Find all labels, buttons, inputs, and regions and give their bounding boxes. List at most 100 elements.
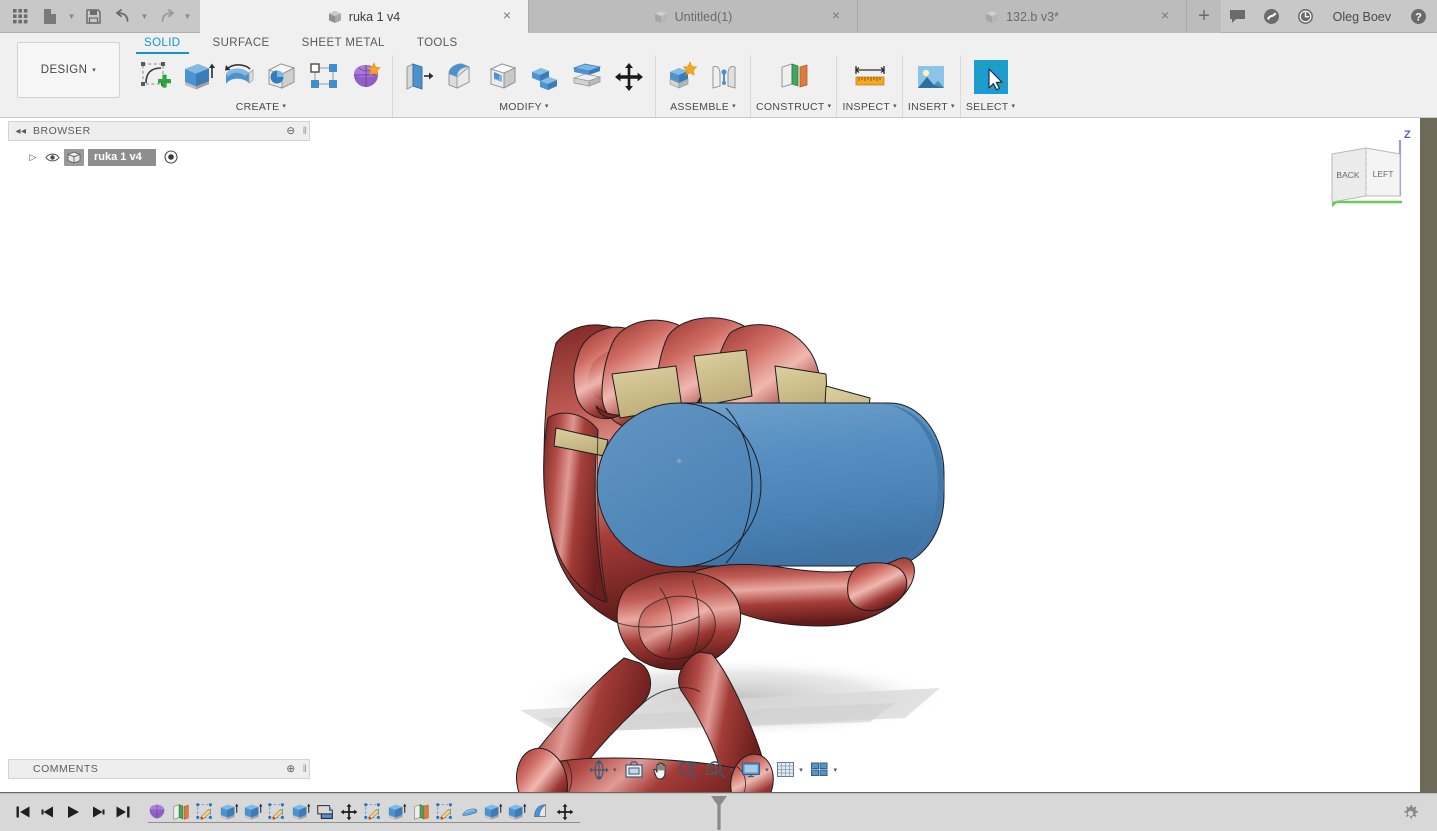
tab-sheet-metal[interactable]: SHEET METAL xyxy=(286,33,401,54)
zoom-tool[interactable] xyxy=(676,757,700,783)
redo-button[interactable] xyxy=(152,3,180,31)
look-at-tool[interactable] xyxy=(622,757,646,783)
grid-icon xyxy=(12,9,27,24)
press-pull-tool[interactable] xyxy=(398,56,440,98)
document-tab-close-icon[interactable]: × xyxy=(829,8,843,23)
timeline-marker[interactable] xyxy=(711,796,727,830)
help-notifications-button[interactable] xyxy=(1257,2,1287,32)
timeline-step-back[interactable] xyxy=(35,798,60,826)
comments-title: COMMENTS xyxy=(33,763,99,775)
undo-button[interactable] xyxy=(109,3,137,31)
pattern-tool[interactable] xyxy=(303,56,345,98)
viewports-caret[interactable]: ▾ xyxy=(831,757,839,783)
construct-plane-tool[interactable] xyxy=(773,56,815,98)
file-menu-caret-icon[interactable]: ▼ xyxy=(66,3,77,31)
model-render xyxy=(0,118,1420,792)
timeline-go-end[interactable] xyxy=(110,798,135,826)
save-button[interactable] xyxy=(79,3,107,31)
timeline-settings-button[interactable] xyxy=(1397,800,1423,826)
tab-tools[interactable]: TOOLS xyxy=(401,33,474,54)
file-menu-button[interactable] xyxy=(36,3,64,31)
tab-surface[interactable]: SURFACE xyxy=(197,33,286,54)
add-comment-icon[interactable]: ⊕ xyxy=(281,763,301,775)
view-cube[interactable]: Z BACK LEFT xyxy=(1318,124,1418,214)
create-sketch-tool[interactable] xyxy=(135,56,177,98)
insert-image-tool[interactable] xyxy=(910,56,952,98)
resize-grip-icon[interactable]: ‖ xyxy=(301,763,309,775)
shell-tool[interactable] xyxy=(482,56,524,98)
minimize-icon[interactable]: ⊖ xyxy=(281,125,301,137)
orbit-caret[interactable]: ▾ xyxy=(611,757,619,783)
3d-viewport[interactable] xyxy=(0,118,1420,792)
display-settings-caret[interactable]: ▾ xyxy=(763,757,771,783)
document-tab-2[interactable]: 132.b v3* × xyxy=(858,0,1187,33)
redo-caret-icon[interactable]: ▼ xyxy=(182,3,193,31)
revolve-tool[interactable] xyxy=(219,56,261,98)
panel-inspect-label[interactable]: INSPECT ▾ xyxy=(842,99,896,115)
comments-button[interactable] xyxy=(1223,2,1253,32)
help-button[interactable]: ? xyxy=(1403,2,1433,32)
move-copy-tool[interactable] xyxy=(608,56,650,98)
collapse-icon[interactable]: ◂◂ xyxy=(9,126,33,137)
grid-snaps-button[interactable] xyxy=(774,757,797,783)
panel-construct-label[interactable]: CONSTRUCT ▾ xyxy=(756,99,831,115)
extrude-tool[interactable] xyxy=(177,56,219,98)
measure-tool[interactable] xyxy=(849,56,891,98)
document-tab-close-icon[interactable]: × xyxy=(500,8,514,23)
panel-insert-label[interactable]: INSERT ▾ xyxy=(908,99,955,115)
panel-modify-label[interactable]: MODIFY ▾ xyxy=(499,99,548,115)
new-tab-button[interactable]: + xyxy=(1187,0,1221,33)
panel-select-label[interactable]: SELECT ▾ xyxy=(966,99,1015,115)
pan-tool[interactable] xyxy=(650,757,673,783)
combine-tool[interactable] xyxy=(524,56,566,98)
orbit-tool[interactable] xyxy=(587,757,611,783)
chevron-down-icon: ▾ xyxy=(765,766,769,774)
move-copy-icon xyxy=(340,803,358,821)
viewports-button[interactable] xyxy=(808,757,831,783)
user-name[interactable]: Oleg Boev xyxy=(1325,10,1399,24)
timeline-step-forward[interactable] xyxy=(85,798,110,826)
extrude-icon xyxy=(292,803,311,820)
eye-icon[interactable] xyxy=(44,152,60,163)
fit-tool[interactable] xyxy=(704,757,728,783)
document-tab-title: ruka 1 v4 xyxy=(348,9,401,24)
split-face-tool[interactable] xyxy=(566,56,608,98)
resize-grip-icon[interactable]: ‖ xyxy=(301,125,309,137)
document-cube-icon xyxy=(985,10,999,24)
fillet-tool[interactable] xyxy=(440,56,482,98)
recent-button[interactable] xyxy=(1291,2,1321,32)
document-tab-0[interactable]: ruka 1 v4 × xyxy=(200,0,529,33)
tab-solid[interactable]: SOLID xyxy=(128,33,197,54)
browser-tree-row[interactable]: ▷ ruka 1 v4 xyxy=(8,146,310,168)
document-tab-1[interactable]: Untitled(1) × xyxy=(529,0,858,33)
fit-caret[interactable]: ▾ xyxy=(728,757,736,783)
comments-panel: COMMENTS ⊕ ‖ xyxy=(8,759,310,779)
expand-arrow-icon[interactable]: ▷ xyxy=(26,152,40,163)
panel-label-text: INSPECT xyxy=(842,101,891,113)
hole-tool[interactable] xyxy=(261,56,303,98)
undo-caret-icon[interactable]: ▼ xyxy=(139,3,150,31)
workspace-switcher-button[interactable]: DESIGN ▾ xyxy=(17,42,120,98)
panel-label-text: ASSEMBLE xyxy=(670,101,730,113)
sketch-icon xyxy=(268,803,284,820)
panel-create-label[interactable]: CREATE ▾ xyxy=(236,99,286,115)
fillet-pill-icon xyxy=(462,808,478,816)
form-tool[interactable] xyxy=(345,56,387,98)
browser-tree: ▷ ruka 1 v4 xyxy=(8,146,310,168)
document-tab-close-icon[interactable]: × xyxy=(1158,8,1172,23)
browser-item-label[interactable]: ruka 1 v4 xyxy=(88,148,156,166)
select-tool[interactable] xyxy=(970,56,1012,98)
skip-start-icon xyxy=(16,806,29,818)
panel-assemble-label[interactable]: ASSEMBLE ▾ xyxy=(670,99,736,115)
timeline-ruler xyxy=(148,822,580,823)
timeline-go-start[interactable] xyxy=(10,798,35,826)
show-data-panel-button[interactable] xyxy=(6,3,34,31)
new-component-tool[interactable] xyxy=(661,56,703,98)
target-dot-icon[interactable] xyxy=(162,150,180,164)
move-copy-icon xyxy=(615,63,643,91)
display-settings-button[interactable] xyxy=(739,757,763,783)
timeline-play[interactable] xyxy=(60,798,85,826)
joint-tool[interactable] xyxy=(703,56,745,98)
grid-snaps-caret[interactable]: ▾ xyxy=(797,757,805,783)
new-component-icon xyxy=(669,61,698,89)
